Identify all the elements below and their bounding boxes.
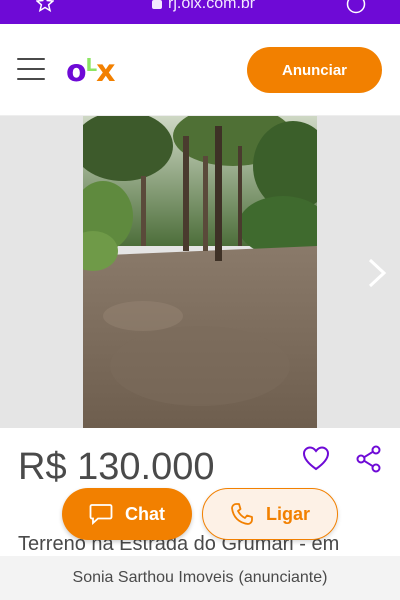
browser-status-bar: rj.olx.com.br (0, 0, 400, 24)
share-icon[interactable] (356, 445, 382, 473)
photo-gallery[interactable] (0, 116, 400, 428)
listing-photo[interactable] (83, 116, 317, 428)
chat-button[interactable]: Chat (62, 488, 192, 540)
site-header: oLx Anunciar (0, 24, 400, 116)
heart-icon[interactable] (302, 445, 330, 473)
announce-button[interactable]: Anunciar (247, 47, 382, 93)
call-button[interactable]: Ligar (202, 488, 338, 540)
call-label: Ligar (265, 503, 310, 524)
chevron-right-icon[interactable] (362, 256, 390, 290)
menu-circle-icon[interactable] (346, 0, 366, 14)
chat-label: Chat (125, 503, 165, 524)
url-text: rj.olx.com.br (168, 0, 256, 12)
seller-name: Sonia Sarthou Imoveis (72, 569, 234, 586)
phone-icon (231, 503, 253, 525)
chat-bubble-icon (89, 504, 113, 525)
seller-bar[interactable]: Sonia Sarthou Imoveis (anunciante) (0, 556, 400, 600)
listing-price: R$ 130.000 (18, 446, 215, 488)
address-bar[interactable]: rj.olx.com.br (152, 0, 255, 13)
seller-role: (anunciante) (238, 569, 328, 586)
hamburger-icon[interactable] (17, 58, 45, 80)
lock-icon (152, 0, 162, 9)
olx-logo[interactable]: oLx (66, 54, 115, 89)
star-icon[interactable] (36, 0, 54, 12)
